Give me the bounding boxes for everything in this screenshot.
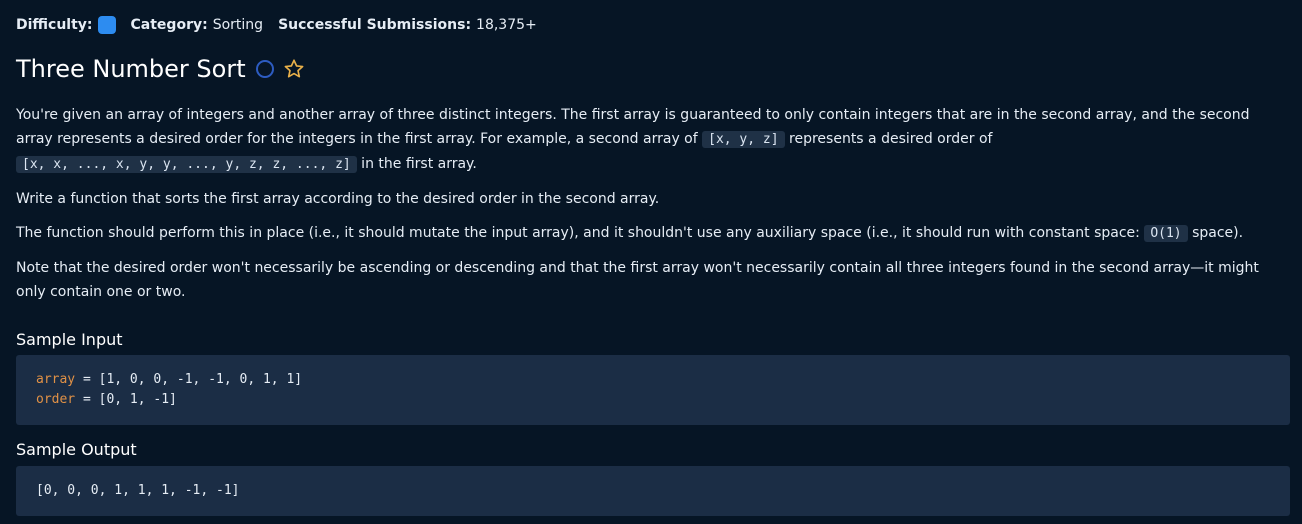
problem-page: Difficulty: Category: Sorting Successful… — [0, 0, 1302, 524]
category-label: Category: — [130, 17, 208, 33]
circle-icon[interactable] — [255, 60, 274, 78]
code-variable: array — [36, 372, 76, 387]
category: Category: Sorting — [131, 17, 264, 33]
difficulty-label: Difficulty: — [16, 17, 93, 33]
description-text: space). — [1187, 225, 1244, 241]
inline-code: O(1) — [1144, 225, 1188, 242]
description-text: The function should perform this in plac… — [16, 225, 1145, 241]
sample-input-code: array = [1, 0, 0, -1, -1, 0, 1, 1] order… — [16, 355, 1290, 425]
sample-output-code: [0, 0, 0, 1, 1, 1, -1, -1] — [16, 466, 1290, 516]
submissions-value: 18,375+ — [476, 17, 537, 33]
description-text: represents a desired order of — [784, 131, 993, 147]
submissions-label: Successful Submissions: — [278, 17, 472, 33]
category-value: Sorting — [212, 17, 264, 33]
code-variable: order — [36, 392, 76, 407]
inline-code: [x, x, ..., x, y, y, ..., y, z, z, ..., … — [16, 156, 357, 173]
page-title: Three Number Sort — [16, 55, 246, 83]
description-paragraph: The function should perform this in plac… — [16, 221, 1290, 246]
code-line: [0, 0, 0, 1, 1, 1, -1, -1] — [36, 483, 240, 498]
code-text: = [1, 0, 0, -1, -1, 0, 1, 1] — [75, 372, 303, 387]
description-text: You're given an array of integers and an… — [16, 107, 1250, 147]
problem-description: You're given an array of integers and an… — [16, 103, 1290, 314]
code-text: = [0, 1, -1] — [75, 392, 177, 407]
code-line: array = [1, 0, 0, -1, -1, 0, 1, 1] — [36, 370, 1270, 390]
inline-code: [x, y, z] — [702, 131, 785, 148]
problem-meta: Difficulty: Category: Sorting Successful… — [16, 16, 552, 34]
difficulty: Difficulty: — [16, 16, 116, 34]
sample-output-heading: Sample Output — [16, 440, 137, 459]
description-paragraph: Write a function that sorts the first ar… — [16, 191, 660, 207]
description-paragraph: Note that the desired order won't necess… — [16, 260, 1259, 300]
title-row: Three Number Sort — [16, 55, 305, 83]
sample-input-heading: Sample Input — [16, 330, 123, 349]
description-text: in the first array. — [356, 156, 477, 172]
star-icon[interactable] — [283, 58, 305, 80]
description-paragraph: You're given an array of integers and an… — [16, 103, 1290, 177]
submissions: Successful Submissions: 18,375+ — [278, 17, 537, 33]
difficulty-indicator — [97, 16, 116, 34]
code-line: order = [0, 1, -1] — [36, 390, 1270, 410]
